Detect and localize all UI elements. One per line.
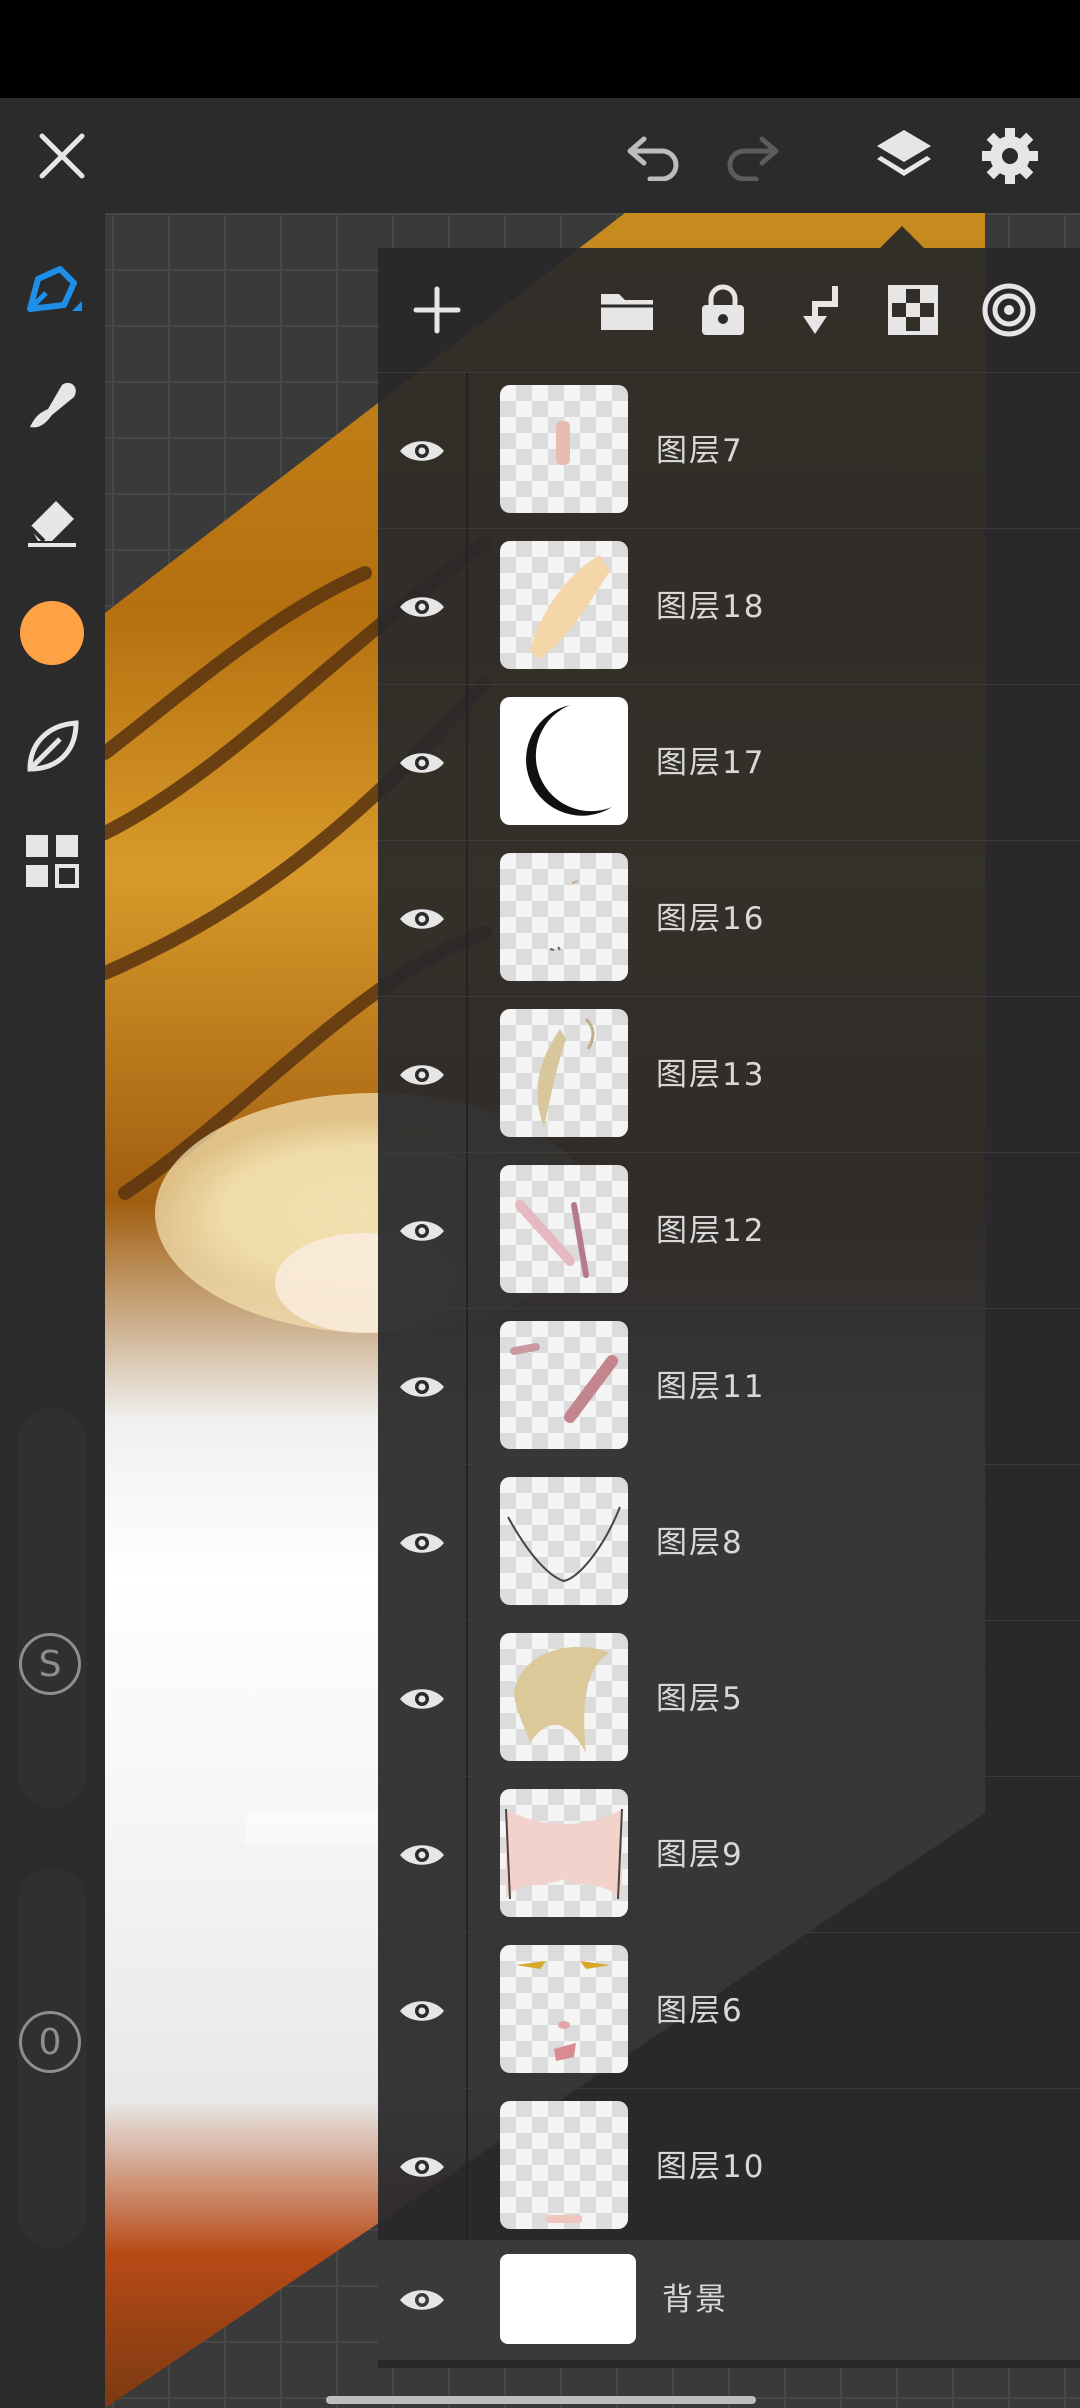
layer-row[interactable]: 图层17 [378,684,1080,841]
visibility-eye-icon[interactable] [378,997,466,1153]
gear-icon[interactable] [968,114,1052,198]
visibility-eye-icon[interactable] [378,529,466,685]
layer-name: 图层10 [656,2149,766,2185]
undo-icon[interactable] [614,116,694,196]
row-divider [466,529,468,685]
layer-row[interactable]: 图层12 [378,1152,1080,1309]
row-divider [466,1309,468,1465]
visibility-eye-icon[interactable] [378,685,466,841]
layer-name: 图层12 [656,1213,766,1249]
row-divider [466,997,468,1153]
layer-name: 图层8 [656,1525,744,1561]
row-divider [466,685,468,841]
layer-row[interactable]: 图层18 [378,528,1080,685]
layer-thumbnail [500,1945,628,2073]
opacity-badge[interactable]: 0 [19,2011,81,2073]
layer-row[interactable]: 图层16 [378,840,1080,997]
row-divider [466,373,468,529]
current-color-swatch [20,601,84,665]
visibility-eye-icon[interactable] [378,1777,466,1933]
layer-row[interactable]: 图层13 [378,996,1080,1153]
pen-tool-icon[interactable] [10,249,94,333]
top-toolbar [0,98,1080,213]
visibility-eye-icon[interactable] [378,1933,466,2089]
layer-thumbnail [500,1009,628,1137]
layer-thumbnail [500,1165,628,1293]
layer-row[interactable]: 图层7 [378,372,1080,529]
layer-name: 图层17 [656,745,766,781]
status-bar [0,0,1080,98]
row-divider [466,1777,468,1933]
layer-thumbnail [500,853,628,981]
visibility-eye-icon[interactable] [378,1621,466,1777]
folder-icon[interactable] [582,248,672,372]
layer-thumbnail [500,2101,628,2229]
lock-icon[interactable] [678,248,768,372]
size-badge[interactable]: S [19,1633,81,1695]
background-thumbnail [500,2254,636,2344]
layer-row[interactable]: 图层5 [378,1620,1080,1777]
layer-name: 图层13 [656,1057,766,1093]
row-divider [466,1933,468,2089]
layer-name: 图层7 [656,433,744,469]
visibility-eye-icon[interactable] [378,1465,466,1621]
layer-row[interactable]: 图层11 [378,1308,1080,1465]
row-divider [466,1621,468,1777]
grid-menu-icon[interactable] [10,819,94,903]
row-divider [466,1153,468,1309]
leaf-brush-icon[interactable] [10,705,94,789]
layer-row[interactable]: 图层10 [378,2088,1080,2245]
layer-name: 图层6 [656,1993,744,2029]
layer-row[interactable]: 图层6 [378,1932,1080,2089]
layer-name: 图层5 [656,1681,744,1717]
background-layer-row[interactable]: 背景 [378,2240,1080,2360]
layer-thumbnail [500,385,628,513]
layer-name: 图层11 [656,1369,766,1405]
layer-name: 背景 [662,2282,728,2318]
brush-size-slider[interactable] [17,1408,87,1808]
blend-target-icon[interactable] [964,248,1054,372]
home-indicator[interactable] [326,2396,756,2404]
layer-name: 图层18 [656,589,766,625]
visibility-eye-icon[interactable] [378,1153,466,1309]
row-divider [466,2089,468,2245]
layer-thumbnail [500,1789,628,1917]
eraser-tool-icon[interactable] [10,477,94,561]
merge-down-icon[interactable] [773,248,863,372]
layers-icon[interactable] [862,114,946,198]
color-swatch[interactable] [10,591,94,675]
panel-pointer [880,226,924,248]
visibility-eye-icon[interactable] [378,841,466,997]
layer-row[interactable]: 图层8 [378,1464,1080,1621]
layers-panel: 图层7 图层18 图层17 图层16 图层13 图层12 图层11 图层8 图层… [378,248,1080,2368]
layer-name: 图层16 [656,901,766,937]
close-icon[interactable] [22,116,102,196]
visibility-eye-icon[interactable] [378,2240,466,2360]
checkerboard-icon[interactable] [868,248,958,372]
layer-name: 图层9 [656,1837,744,1873]
redo-icon[interactable] [712,116,792,196]
visibility-eye-icon[interactable] [378,373,466,529]
layer-thumbnail [500,1477,628,1605]
layer-thumbnail [500,1321,628,1449]
visibility-eye-icon[interactable] [378,1309,466,1465]
tool-sidebar: S 0 [0,213,105,2408]
smudge-tool-icon[interactable] [10,363,94,447]
add-layer-icon[interactable] [378,248,496,372]
row-divider [466,1465,468,1621]
visibility-eye-icon[interactable] [378,2089,466,2245]
layer-thumbnail [500,541,628,669]
row-divider [466,841,468,997]
layer-thumbnail [500,697,628,825]
layer-thumbnail [500,1633,628,1761]
layer-row[interactable]: 图层9 [378,1776,1080,1933]
